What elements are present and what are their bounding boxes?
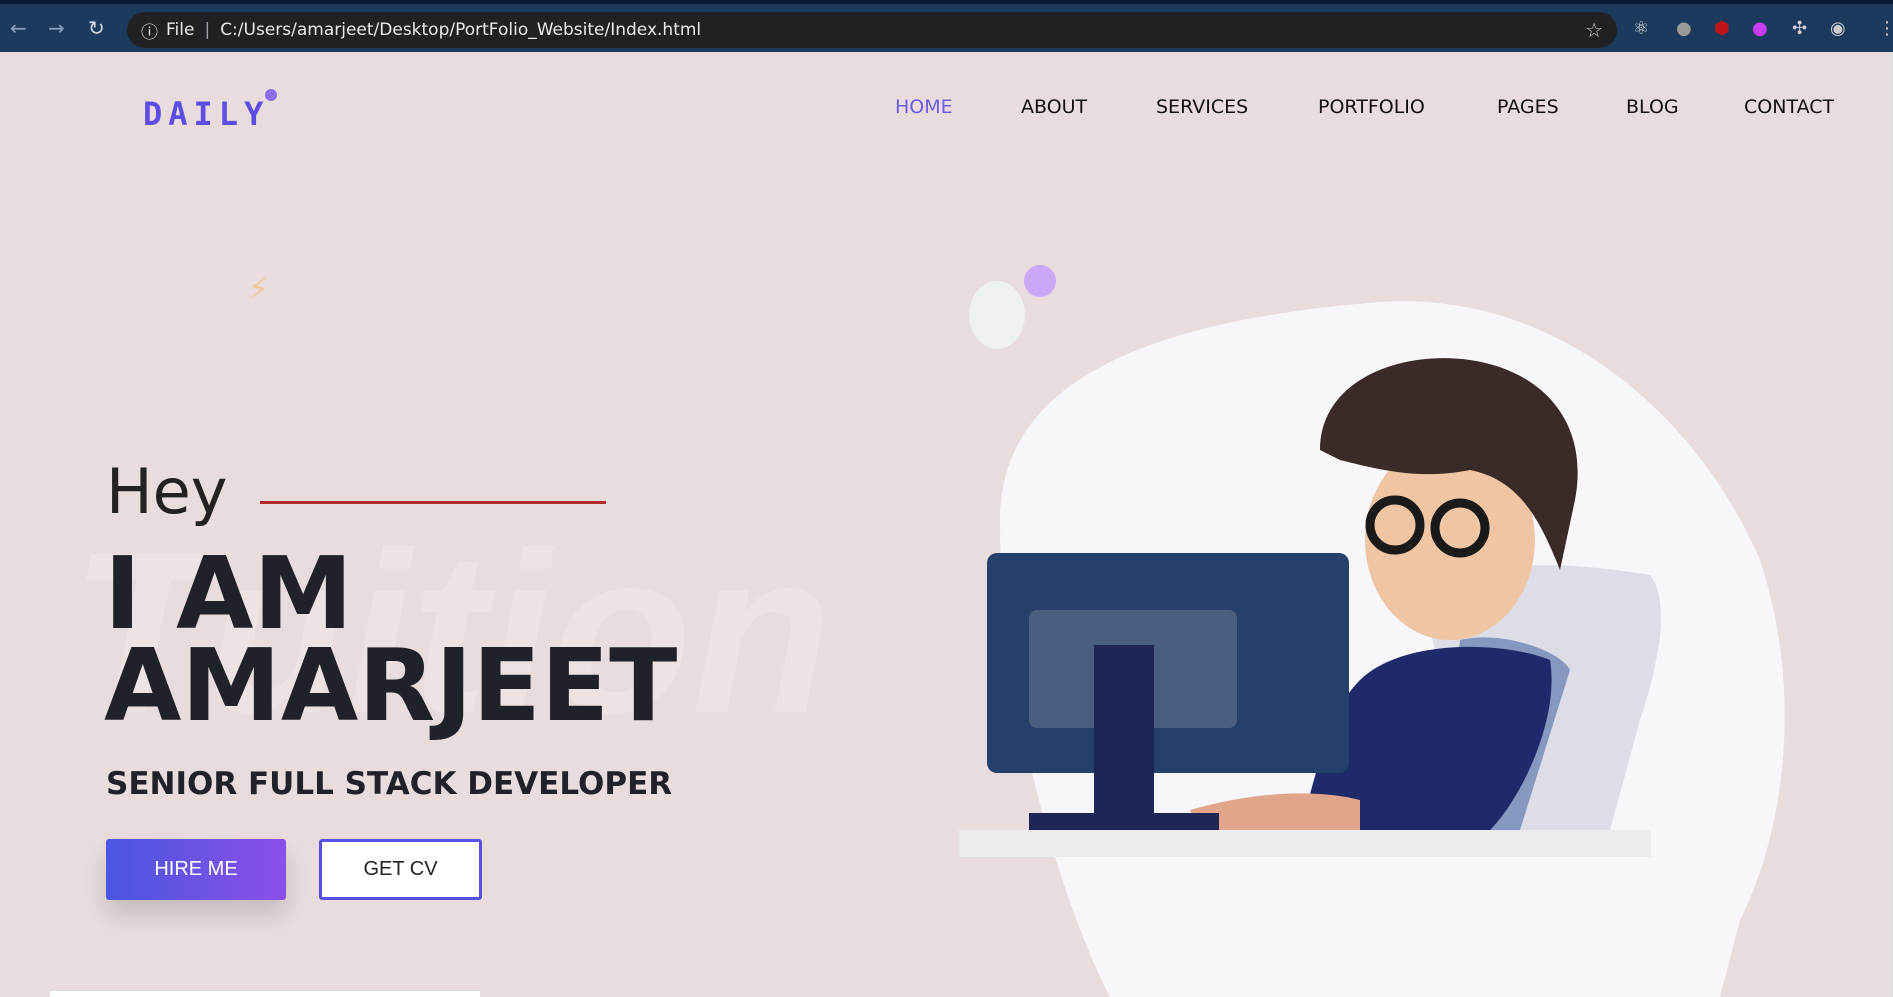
hero-title: I AM AMARJEET: [104, 544, 678, 744]
nav-blog[interactable]: BLOG: [1626, 96, 1679, 118]
horizontal-scrollbar[interactable]: [50, 991, 480, 997]
nav-pages[interactable]: PAGES: [1497, 96, 1559, 118]
url-text: C:/Users/amarjeet/Desktop/PortFolio_Webs…: [220, 20, 702, 40]
nav-portfolio[interactable]: PORTFOLIO: [1318, 96, 1425, 118]
nav-services[interactable]: SERVICES: [1156, 96, 1248, 118]
decor-circle-white: [969, 281, 1025, 349]
developer-illustration: [959, 265, 1785, 997]
monitor-stand: [1094, 645, 1154, 830]
extension-icon[interactable]: ●: [1676, 18, 1692, 39]
profile-avatar[interactable]: ◉: [1830, 18, 1846, 39]
hero-title-line2: AMARJEET: [104, 627, 678, 744]
bookmark-star-icon[interactable]: ☆: [1585, 18, 1603, 42]
url-prefix: File: [166, 20, 195, 40]
desk: [959, 830, 1651, 857]
decorative-line: [260, 501, 606, 504]
nav-home[interactable]: HOME: [895, 96, 953, 118]
greeting: Hey: [106, 455, 228, 528]
menu-icon[interactable]: ⋮: [1878, 18, 1893, 39]
logo[interactable]: DAILY: [143, 95, 269, 133]
ublock-icon[interactable]: ⬢: [1714, 18, 1730, 39]
browser-toolbar: ← → ↻ ⓘ File | C:/Users/amarjeet/Desktop…: [0, 0, 1893, 52]
extension-purple-icon[interactable]: ●: [1752, 18, 1768, 39]
get-cv-button[interactable]: GET CV: [319, 839, 482, 900]
sparkle-icon: ⚡: [248, 272, 270, 307]
address-bar[interactable]: ⓘ File | C:/Users/amarjeet/Desktop/PortF…: [127, 12, 1617, 48]
hero-role: SENIOR FULL STACK DEVELOPER: [106, 766, 673, 802]
hire-me-button[interactable]: HIRE ME: [106, 839, 286, 900]
info-icon: ⓘ: [141, 22, 158, 43]
decor-circle-purple: [1024, 265, 1056, 297]
logo-dot: [265, 89, 277, 101]
vertical-scrollbar[interactable]: [1889, 52, 1893, 997]
monitor-base: [1029, 813, 1219, 830]
nav-about[interactable]: ABOUT: [1021, 96, 1087, 118]
reload-icon[interactable]: ↻: [88, 16, 105, 40]
puzzle-icon[interactable]: ✣: [1792, 18, 1807, 39]
back-icon[interactable]: ←: [10, 16, 27, 40]
forward-icon[interactable]: →: [48, 16, 65, 40]
react-extension-icon[interactable]: ⚛: [1633, 18, 1649, 39]
nav-contact[interactable]: CONTACT: [1744, 96, 1834, 118]
